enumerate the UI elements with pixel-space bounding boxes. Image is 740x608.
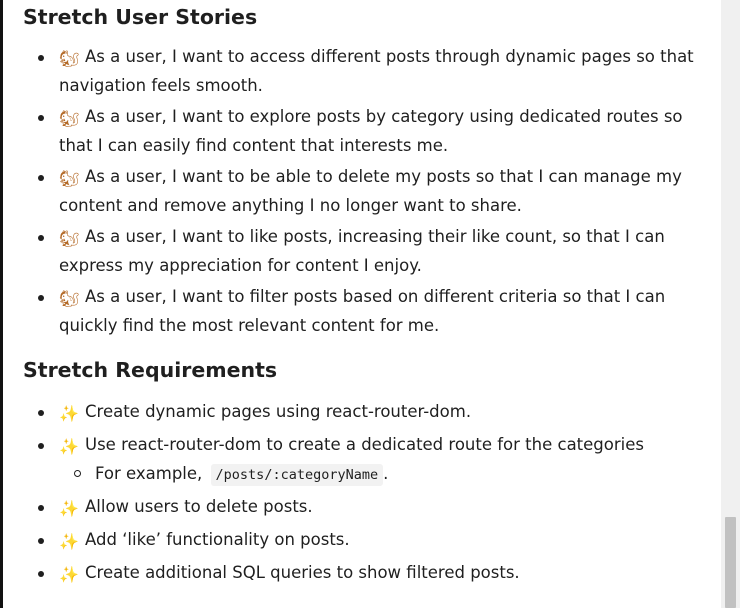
bullet: [38, 235, 44, 241]
stretch-user-stories-list: 🐿 As a user, I want to access different p…: [23, 43, 713, 339]
magic-wand-icon: ✨: [59, 532, 79, 551]
list-item-text: As a user, I want to explore posts by ca…: [59, 107, 683, 155]
list-item-text: As a user, I want to access different po…: [59, 47, 694, 95]
list-item-text: As a user, I want to be able to delete m…: [59, 167, 682, 215]
list-item-text: Use react-router-dom to create a dedicat…: [85, 435, 644, 454]
bullet: [38, 55, 44, 61]
squirrel-icon: 🐿: [59, 289, 80, 308]
left-border: [0, 0, 3, 608]
list-item-text: Create dynamic pages using react-router-…: [85, 402, 472, 421]
squirrel-icon: 🐿: [59, 109, 80, 128]
circle-bullet: [74, 470, 81, 477]
list-item: 🐿 As a user, I want to explore posts by c…: [23, 103, 713, 159]
stretch-user-stories-heading: Stretch User Stories: [23, 5, 258, 29]
list-item-text: As a user, I want to filter posts based …: [59, 287, 666, 335]
bullet: [38, 295, 44, 301]
markdown-content: Stretch User Stories 🐿 As a user, I want …: [23, 0, 713, 592]
bullet: [38, 571, 44, 577]
sub-item-suffix: .: [383, 464, 389, 483]
list-item: 🐿 As a user, I want to like posts, increa…: [23, 223, 713, 279]
magic-wand-icon: ✨: [59, 565, 79, 584]
vertical-scrollbar[interactable]: [721, 0, 740, 608]
stretch-requirements-list: ✨ Create dynamic pages using react-router…: [23, 398, 713, 588]
squirrel-icon: 🐿: [59, 229, 80, 248]
list-item-text: Allow users to delete posts.: [85, 497, 313, 516]
list-item: ✨ Allow users to delete posts.: [23, 493, 713, 522]
list-item-text: As a user, I want to like posts, increas…: [59, 227, 665, 275]
list-item: ✨ Create additional SQL queries to show f…: [23, 559, 713, 588]
magic-wand-icon: ✨: [59, 499, 79, 518]
bullet: [38, 538, 44, 544]
sub-list: For example, /posts/:categoryName.: [59, 460, 713, 489]
squirrel-icon: 🐿: [59, 49, 80, 68]
list-item: ✨ Use react-router-dom to create a dedica…: [23, 431, 713, 489]
scrollbar-thumb[interactable]: [725, 517, 736, 608]
list-item: ✨ Create dynamic pages using react-router…: [23, 398, 713, 427]
bullet: [38, 410, 44, 416]
sub-list-item: For example, /posts/:categoryName.: [59, 460, 713, 489]
list-item: 🐿 As a user, I want to be able to delete …: [23, 163, 713, 219]
list-item: ✨ Add ‘like’ functionality on posts.: [23, 526, 713, 555]
squirrel-icon: 🐿: [59, 169, 80, 188]
bullet: [38, 115, 44, 121]
magic-wand-icon: ✨: [59, 437, 79, 456]
bullet: [38, 175, 44, 181]
inline-code: /posts/:categoryName: [210, 464, 384, 486]
list-item-text: Add ‘like’ functionality on posts.: [85, 530, 350, 549]
bullet: [38, 505, 44, 511]
magic-wand-icon: ✨: [59, 404, 79, 423]
list-item-text: Create additional SQL queries to show fi…: [85, 563, 520, 582]
sub-item-text: For example,: [95, 464, 203, 483]
stretch-requirements-heading: Stretch Requirements: [23, 358, 278, 382]
bullet: [38, 443, 44, 449]
list-item: 🐿 As a user, I want to filter posts based…: [23, 283, 713, 339]
list-item: 🐿 As a user, I want to access different p…: [23, 43, 713, 99]
